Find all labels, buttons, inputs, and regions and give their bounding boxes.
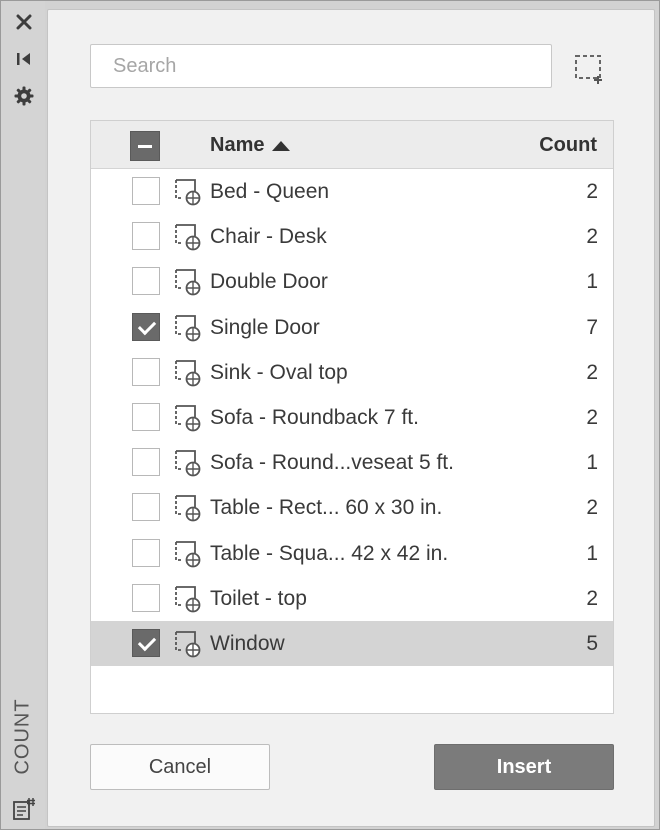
block-icon	[173, 540, 205, 568]
block-name: Window	[210, 631, 285, 655]
block-count: 2	[586, 405, 598, 429]
gear-icon[interactable]	[12, 84, 36, 108]
block-icon	[173, 223, 205, 251]
block-count: 2	[586, 360, 598, 384]
block-icon	[173, 178, 205, 206]
row-checkbox[interactable]	[132, 402, 160, 431]
minus-icon	[138, 144, 152, 148]
table-body: Bed - Queen 2 Chair - Desk 2 Double Door 1 Sin…	[91, 169, 613, 667]
row-checkbox[interactable]	[132, 538, 160, 567]
sort-ascending-icon	[272, 140, 291, 151]
block-count: 7	[586, 315, 598, 339]
block-name: Toilet - top	[210, 586, 307, 610]
block-icon	[173, 314, 205, 342]
search-input[interactable]	[90, 44, 552, 88]
block-count: 2	[586, 180, 598, 203]
count-table: Name Count Bed - Queen 2 Chair - Desk 2 Doub…	[90, 120, 614, 714]
block-count: 1	[586, 541, 598, 565]
block-icon	[173, 630, 205, 658]
row-checkbox[interactable]	[132, 357, 160, 386]
count-table-icon[interactable]	[12, 797, 36, 821]
block-name: Sofa - Round...veseat 5 ft.	[210, 451, 454, 475]
palette-title-text: COUNT	[11, 697, 34, 775]
row-checkbox[interactable]	[132, 583, 160, 612]
row-checkbox[interactable]	[132, 448, 160, 477]
cancel-button[interactable]: Cancel	[90, 744, 270, 790]
row-checkbox[interactable]	[132, 267, 160, 296]
block-name: Double Door	[210, 270, 328, 294]
block-count: 2	[586, 586, 598, 610]
block-icon	[173, 268, 205, 296]
block-count: 5	[586, 631, 598, 655]
block-count: 2	[586, 496, 598, 520]
row-checkbox[interactable]	[132, 312, 160, 341]
table-row[interactable]: Table - Squa... 42 x 42 in. 1	[91, 531, 613, 576]
table-row[interactable]: Window 5	[91, 620, 613, 667]
block-name: Table - Squa... 42 x 42 in.	[210, 541, 449, 565]
table-row[interactable]: Toilet - top 2	[91, 576, 613, 621]
table-row[interactable]: Sink - Oval top 2	[91, 350, 613, 395]
block-name: Bed - Queen	[210, 180, 330, 203]
table-row[interactable]: Bed - Queen 2	[91, 169, 613, 214]
block-name: Sofa - Roundback 7 ft.	[210, 405, 419, 429]
name-column-label: Name	[210, 134, 265, 156]
block-name: Chair - Desk	[210, 225, 327, 249]
block-name: Sink - Oval top	[210, 360, 348, 384]
table-row[interactable]: Table - Rect... 60 x 30 in. 2	[91, 485, 613, 530]
block-count: 1	[586, 451, 598, 475]
table-row[interactable]: Chair - Desk 2	[91, 214, 613, 259]
row-checkbox[interactable]	[132, 177, 160, 205]
table-row[interactable]: Single Door 7	[91, 305, 613, 350]
count-panel: Name Count Bed - Queen 2 Chair - Desk 2 Doub…	[47, 9, 655, 827]
row-checkbox[interactable]	[132, 222, 160, 251]
close-icon[interactable]	[12, 10, 36, 34]
block-name: Single Door	[210, 315, 320, 339]
block-icon	[173, 585, 205, 613]
block-name: Table - Rect... 60 x 30 in.	[210, 496, 443, 520]
block-icon	[173, 449, 205, 477]
table-row[interactable]: Sofa - Round...veseat 5 ft. 1	[91, 440, 613, 485]
table-header: Name Count	[91, 121, 613, 169]
select-objects-icon[interactable]	[574, 54, 606, 84]
name-column-header[interactable]: Name	[210, 134, 291, 157]
table-row[interactable]: Double Door 1	[91, 259, 613, 304]
table-row[interactable]: Sofa - Roundback 7 ft. 2	[91, 395, 613, 440]
count-column-header[interactable]: Count	[539, 134, 597, 157]
row-checkbox[interactable]	[132, 493, 160, 522]
collapse-icon[interactable]	[12, 47, 36, 71]
block-icon	[173, 404, 205, 432]
block-icon	[173, 359, 205, 387]
select-all-checkbox[interactable]	[130, 131, 160, 161]
palette-sidebar: COUNT	[1, 1, 45, 829]
block-count: 2	[586, 225, 598, 249]
palette-title: COUNT	[5, 691, 41, 781]
block-count: 1	[586, 270, 598, 294]
row-checkbox[interactable]	[132, 628, 160, 657]
count-palette: COUNT Name	[0, 0, 660, 830]
block-icon	[173, 494, 205, 522]
insert-button[interactable]: Insert	[434, 744, 614, 790]
